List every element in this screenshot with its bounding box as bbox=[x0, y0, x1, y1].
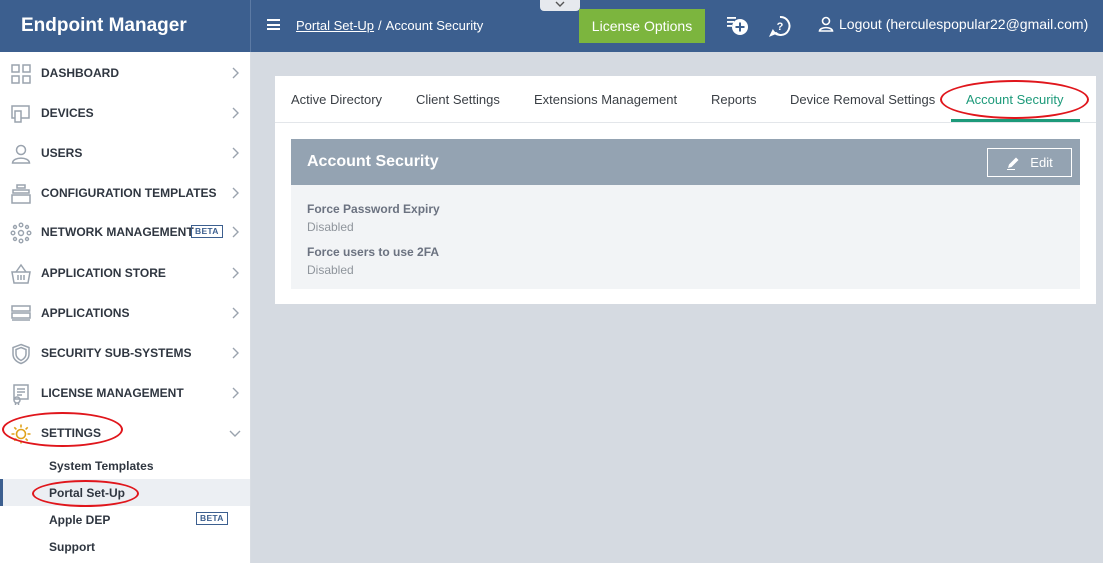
sidebar-item-label: SECURITY SUB-SYSTEMS bbox=[41, 346, 192, 360]
collapse-header-tab[interactable] bbox=[540, 0, 580, 11]
breadcrumb-current: Account Security bbox=[385, 18, 484, 33]
sidebar-item-applications[interactable]: APPLICATIONS bbox=[0, 293, 250, 333]
sidebar-item-label: CONFIGURATION TEMPLATES bbox=[41, 186, 217, 200]
sidebar-subitem-apple-dep[interactable]: Apple DEP BETA bbox=[0, 506, 250, 533]
chevron-right-icon bbox=[232, 387, 239, 399]
chevron-right-icon bbox=[232, 187, 239, 199]
sidebar-subitem-portal-setup[interactable]: Portal Set-Up bbox=[0, 479, 250, 506]
grid-icon bbox=[11, 64, 31, 84]
active-tab-underline bbox=[951, 119, 1080, 122]
chevron-right-icon bbox=[232, 147, 239, 159]
chevron-right-icon bbox=[232, 107, 239, 119]
pencil-icon bbox=[1007, 157, 1019, 170]
top-bar: Endpoint Manager Portal Set-Up / Account S… bbox=[0, 0, 1103, 52]
sidebar-item-label: APPLICATION STORE bbox=[41, 266, 166, 280]
tab-active-directory[interactable]: Active Directory bbox=[291, 92, 382, 107]
sidebar-item-label: NETWORK MANAGEMENT bbox=[41, 225, 194, 239]
sidebar-subitem-system-templates[interactable]: System Templates bbox=[0, 452, 250, 479]
chevron-right-icon bbox=[232, 347, 239, 359]
gear-icon bbox=[11, 424, 31, 444]
chevron-down-icon bbox=[555, 1, 565, 7]
sidebar-item-users[interactable]: USERS bbox=[0, 133, 250, 173]
tab-account-security[interactable]: Account Security bbox=[966, 92, 1064, 107]
tab-extensions-management[interactable]: Extensions Management bbox=[534, 92, 677, 107]
hamburger-menu-icon[interactable] bbox=[267, 19, 280, 30]
sidebar-item-devices[interactable]: DEVICES bbox=[0, 93, 250, 133]
sidebar-item-label: LICENSE MANAGEMENT bbox=[41, 386, 184, 400]
sidebar: DASHBOARD DEVICES USERS CONFIGURATION TE… bbox=[0, 52, 251, 563]
tab-reports[interactable]: Reports bbox=[711, 92, 757, 107]
chevron-right-icon bbox=[232, 226, 239, 238]
user-icon bbox=[11, 144, 31, 164]
sidebar-item-application-store[interactable]: APPLICATION STORE bbox=[0, 253, 250, 293]
chevron-right-icon bbox=[232, 267, 239, 279]
active-indicator bbox=[0, 479, 3, 506]
applications-icon bbox=[11, 305, 31, 321]
sidebar-item-dashboard[interactable]: DASHBOARD bbox=[0, 53, 250, 93]
network-icon bbox=[10, 222, 32, 244]
panel-header: Account Security Edit bbox=[291, 139, 1080, 185]
field-value-force-password-expiry: Disabled bbox=[307, 220, 354, 234]
sidebar-item-label: APPLICATIONS bbox=[41, 306, 130, 320]
sidebar-item-settings[interactable]: SETTINGS bbox=[0, 413, 250, 453]
logout-label: Logout (herculespopular22@gmail.com) bbox=[839, 16, 1089, 32]
sidebar-item-configuration-templates[interactable]: CONFIGURATION TEMPLATES bbox=[0, 173, 250, 213]
field-label-force-password-expiry: Force Password Expiry bbox=[307, 202, 440, 216]
basket-icon bbox=[11, 263, 31, 284]
breadcrumb-separator: / bbox=[378, 18, 382, 33]
help-icon[interactable]: ? bbox=[768, 15, 791, 37]
sidebar-item-license-management[interactable]: LICENSE MANAGEMENT bbox=[0, 373, 250, 413]
beta-badge: BETA bbox=[196, 512, 228, 525]
edit-label: Edit bbox=[1030, 155, 1053, 170]
field-value-force-2fa: Disabled bbox=[307, 263, 354, 277]
chevron-right-icon bbox=[232, 307, 239, 319]
sidebar-item-label: USERS bbox=[41, 146, 83, 160]
shield-icon bbox=[12, 343, 30, 365]
logout-button[interactable]: Logout (herculespopular22@gmail.com) bbox=[818, 16, 1088, 32]
beta-badge: BETA bbox=[191, 225, 223, 238]
chevron-down-icon bbox=[229, 430, 241, 437]
field-label-force-2fa: Force users to use 2FA bbox=[307, 245, 440, 259]
sidebar-subitem-support[interactable]: Support bbox=[0, 533, 250, 560]
app-title: Endpoint Manager bbox=[0, 0, 251, 52]
sidebar-item-security-sub-systems[interactable]: SECURITY SUB-SYSTEMS bbox=[0, 333, 250, 373]
templates-icon bbox=[11, 184, 31, 204]
devices-icon bbox=[11, 105, 30, 123]
license-options-button[interactable]: License Options bbox=[579, 9, 705, 43]
edit-button[interactable]: Edit bbox=[987, 148, 1072, 177]
tab-client-settings[interactable]: Client Settings bbox=[416, 92, 500, 107]
user-icon bbox=[818, 16, 834, 32]
tab-device-removal-settings[interactable]: Device Removal Settings bbox=[790, 92, 935, 107]
panel-title: Account Security bbox=[307, 153, 439, 170]
sidebar-subitem-label: Apple DEP bbox=[49, 513, 111, 527]
sidebar-item-network-management[interactable]: NETWORK MANAGEMENT BETA bbox=[0, 212, 250, 252]
sidebar-subitem-label: System Templates bbox=[49, 459, 154, 473]
sidebar-item-label: DASHBOARD bbox=[41, 66, 119, 80]
add-device-icon[interactable] bbox=[726, 15, 748, 37]
chevron-right-icon bbox=[232, 67, 239, 79]
svg-text:?: ? bbox=[777, 21, 784, 33]
sidebar-item-label: DEVICES bbox=[41, 106, 94, 120]
tab-bar: Active Directory Client Settings Extensi… bbox=[275, 76, 1096, 123]
sidebar-item-label: SETTINGS bbox=[41, 426, 102, 440]
sidebar-subitem-label: Portal Set-Up bbox=[49, 486, 126, 500]
breadcrumb: Portal Set-Up / Account Security bbox=[296, 18, 483, 33]
main-card: Active Directory Client Settings Extensi… bbox=[275, 76, 1096, 304]
sidebar-subitem-label: Support bbox=[49, 540, 95, 554]
breadcrumb-link-portal-setup[interactable]: Portal Set-Up bbox=[296, 18, 374, 33]
license-icon bbox=[13, 384, 29, 405]
